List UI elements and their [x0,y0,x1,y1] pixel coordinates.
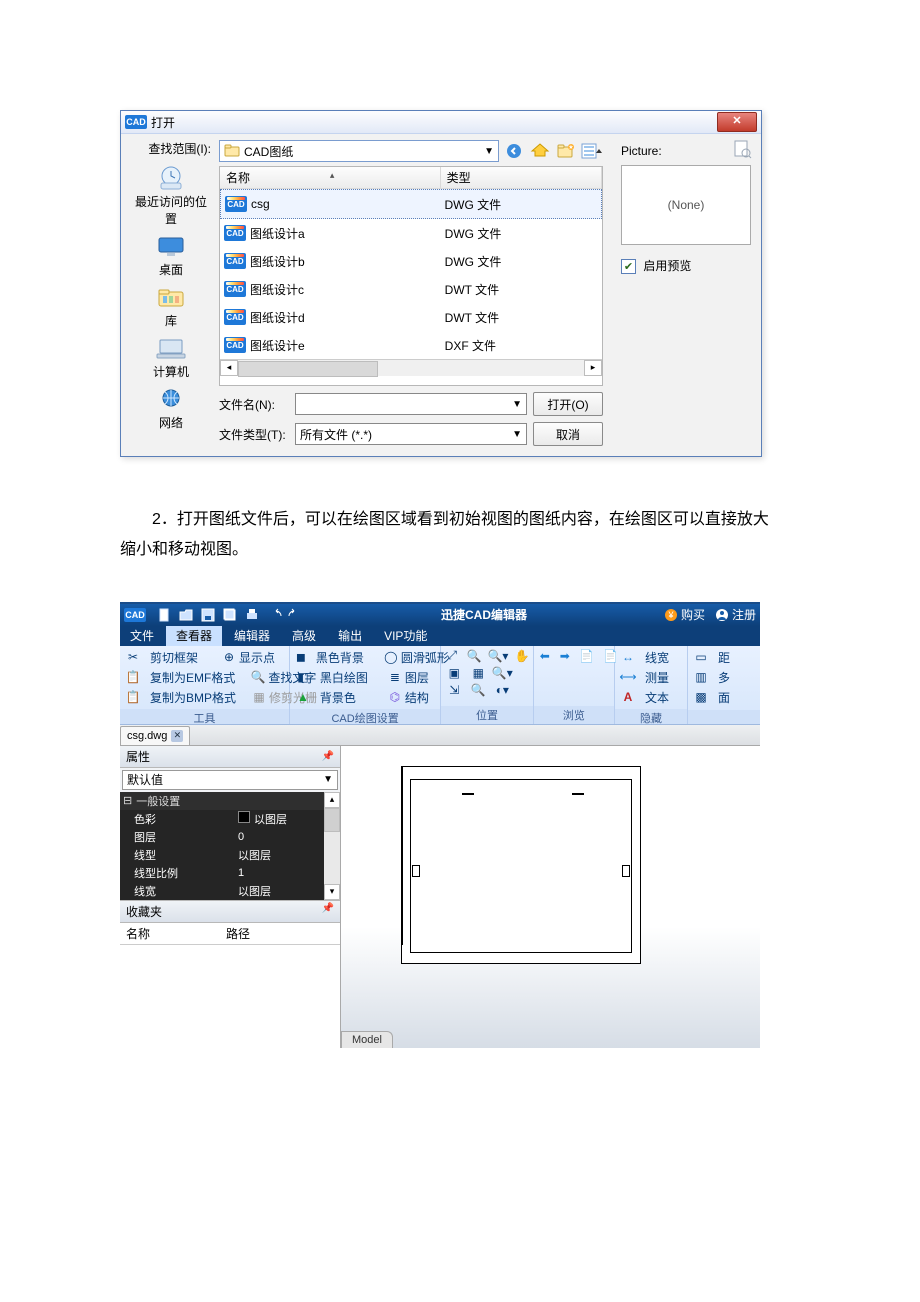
menubar[interactable]: 文件查看器编辑器高级输出VIP功能 [120,626,760,646]
up-icon[interactable] [529,140,551,162]
favorites-body[interactable] [120,945,340,1048]
nav-library[interactable]: 库 [131,286,211,329]
redo-icon[interactable] [288,607,304,623]
file-row[interactable]: CAD图纸设计aDWG 文件 [220,219,602,247]
new-folder-icon[interactable]: ★ [555,140,577,162]
print-icon[interactable] [244,607,260,623]
open-dialog: CAD 打开 ✕ 查找范围(I): 最近访问的位置 桌面 库 [120,110,762,457]
menu-tab[interactable]: 编辑器 [224,626,280,646]
document-tabbar[interactable]: csg.dwg ✕ [120,725,760,746]
chevron-down-icon: ▼ [484,146,494,157]
cmd-copy-emf[interactable]: 📋复制为EMF格式 🔍查找文字 [126,669,283,686]
properties-section[interactable]: ⊟一般设置 [120,792,324,810]
property-row[interactable]: 色彩以图层 [120,810,324,828]
folder-name: CAD图纸 [244,143,293,160]
buy-button[interactable]: ¥ 购买 [664,606,705,623]
pin-icon[interactable]: 📌 [322,751,334,762]
properties-header[interactable]: 属性 📌 [120,746,340,768]
cancel-button[interactable]: 取消 [533,422,603,446]
properties-filter[interactable]: 默认值 ▼ [122,770,338,790]
menu-tab[interactable]: 高级 [282,626,326,646]
dialog-titlebar: CAD 打开 ✕ [121,111,761,134]
close-icon[interactable]: ✕ [717,112,757,132]
file-list-header[interactable]: 名称▴ 类型 [220,167,602,189]
view-menu-icon[interactable] [581,140,603,162]
vertical-scrollbar[interactable]: ▴▾ [324,792,340,900]
nav-network[interactable]: 网络 [131,388,211,431]
ribbon-group-tools: ✂剪切框架 ⊕显示点 📋复制为EMF格式 🔍查找文字 📋复制为BMP格式 ▦修剪… [120,646,290,724]
ribbon-group-browse: ⬅➡📄📄 浏览 [534,646,615,724]
enable-preview-checkbox[interactable]: ✔ 启用预览 [621,257,751,274]
folder-combo[interactable]: CAD图纸 ▼ [219,140,499,162]
property-row[interactable]: 图层0 [120,828,324,846]
register-button[interactable]: 注册 [715,606,756,623]
app-icon: CAD [125,115,147,129]
pin-icon[interactable]: 📌 [322,903,334,920]
file-row[interactable]: CADcsgDWG 文件 [220,189,602,219]
nav-desktop[interactable]: 桌面 [131,235,211,278]
app-icon: CAD [124,608,146,622]
model-tab[interactable]: Model [341,1030,393,1048]
properties-table[interactable]: ⊟一般设置 色彩以图层图层0线型以图层线型比例1线宽以图层 [120,792,324,900]
nav-recent[interactable]: 最近访问的位置 [131,165,211,227]
file-list[interactable]: 名称▴ 类型 CADcsgDWG 文件CAD图纸设计aDWG 文件CAD图纸设计… [219,166,603,386]
ribbon-group-cad-settings: ◼黑色背景 ◯圆滑弧形 ◧黑白绘图 ≣图层 ▲背景色 ⌬结构 CAD绘图设置 [290,646,441,724]
favorites-columns: 名称 路径 [120,923,340,945]
preview-box: (None) [621,165,751,245]
filename-field[interactable]: ▼ [295,393,527,415]
ribbon-group-position: ⤢🔍🔍▾✋ ▣▦🔍▾ ⇲🔍◐▾ 位置 [441,646,533,724]
drawing-preview [401,766,641,964]
ribbon: ✂剪切框架 ⊕显示点 📋复制为EMF格式 🔍查找文字 📋复制为BMP格式 ▦修剪… [120,646,760,725]
horizontal-scrollbar[interactable]: ◂▸ [220,359,602,376]
app-title: 迅捷CAD编辑器 [304,606,664,623]
open-button[interactable]: 打开(O) [533,392,603,416]
filetype-field[interactable]: 所有文件 (*.*) ▼ [295,423,527,445]
menu-tab[interactable]: VIP功能 [374,626,437,646]
editor-window: CAD 迅捷CAD编辑器 ¥ 购买 注册 文件 [120,602,760,1048]
folder-icon [224,144,240,158]
file-row[interactable]: CAD图纸设计bDWG 文件 [220,247,602,275]
svg-text:¥: ¥ [667,610,674,620]
favorites-header[interactable]: 收藏夹 📌 [120,900,340,923]
open-icon[interactable] [178,607,194,623]
filename-label: 文件名(N): [219,396,289,413]
close-tab-icon[interactable]: ✕ [171,730,183,742]
file-row[interactable]: CAD图纸设计eDXF 文件 [220,331,602,359]
saveas-icon[interactable] [222,607,238,623]
nav-computer[interactable]: 计算机 [131,337,211,380]
ribbon-group-hide: ↔线宽 ⟷测量 A文本 隐藏 [615,646,688,724]
menu-tab[interactable]: 文件 [120,626,164,646]
file-row[interactable]: CAD图纸设计cDWT 文件 [220,275,602,303]
back-icon[interactable] [503,140,525,162]
property-row[interactable]: 线宽以图层 [120,882,324,900]
menu-tab[interactable]: 查看器 [166,626,222,646]
sort-asc-icon: ▴ [330,170,335,181]
file-row[interactable]: CAD图纸设计dDWT 文件 [220,303,602,331]
chevron-down-icon: ▼ [512,399,522,410]
property-row[interactable]: 线型比例1 [120,864,324,882]
new-icon[interactable] [156,607,172,623]
svg-text:★: ★ [568,144,573,151]
document-tab[interactable]: csg.dwg ✕ [120,726,190,745]
lookin-label: 查找范围(I): [131,140,211,157]
undo-icon[interactable] [266,607,282,623]
chevron-down-icon: ▼ [512,429,522,440]
drawing-canvas[interactable]: Model [341,746,760,1048]
property-row[interactable]: 线型以图层 [120,846,324,864]
body-paragraph: 2．打开图纸文件后，可以在绘图区域看到初始视图的图纸内容，在绘图区可以直接放大缩… [120,505,780,566]
print-preview-icon[interactable] [733,140,751,161]
filetype-label: 文件类型(T): [219,426,289,443]
left-panel: 属性 📌 默认值 ▼ ⊟一般设置 色彩以图层图层0线型以图层线型比例1线宽以图层… [120,746,341,1048]
save-icon[interactable] [200,607,216,623]
cmd-copy-bmp[interactable]: 📋复制为BMP格式 ▦修剪光栅 [126,689,283,706]
dialog-title: 打开 [151,114,717,131]
menu-tab[interactable]: 输出 [328,626,372,646]
places-bar: 查找范围(I): 最近访问的位置 桌面 库 计算机 [131,140,211,446]
editor-titlebar: CAD 迅捷CAD编辑器 ¥ 购买 注册 [120,604,760,626]
picture-label: Picture: [621,144,662,158]
ribbon-group-extra: ▭距 ▥多 ▩面 [688,646,760,724]
cmd-clip-frame[interactable]: ✂剪切框架 ⊕显示点 [126,649,283,666]
